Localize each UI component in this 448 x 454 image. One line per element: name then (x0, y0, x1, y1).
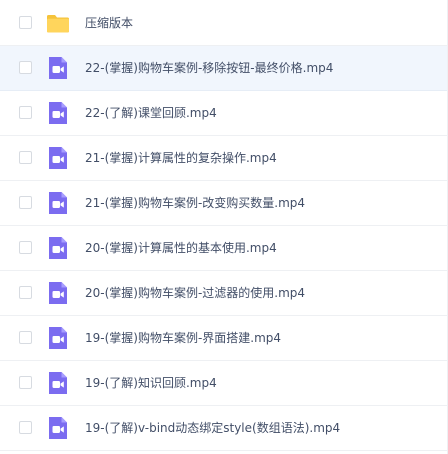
file-list: 压缩版本 22-(掌握)购物车案例-移除按钮-最终价格.mp4 22-(了解)课… (0, 0, 448, 454)
video-file-icon (46, 326, 70, 350)
row-checkbox[interactable] (19, 241, 32, 254)
file-row[interactable]: 19-(了解)知识回顾.mp4 (0, 361, 448, 406)
row-checkbox[interactable] (19, 421, 32, 434)
file-name[interactable]: 22-(掌握)购物车案例-移除按钮-最终价格.mp4 (85, 59, 333, 76)
file-row[interactable]: 20-(掌握)购物车案例-过滤器的使用.mp4 (0, 271, 448, 316)
row-checkbox[interactable] (19, 106, 32, 119)
file-name[interactable]: 20-(掌握)计算属性的基本使用.mp4 (85, 239, 277, 256)
row-checkbox[interactable] (19, 286, 32, 299)
file-row[interactable]: 19-(了解)v-bind动态绑定style(数组语法).mp4 (0, 406, 448, 451)
video-file-icon (46, 191, 70, 215)
file-name[interactable]: 19-(了解)v-bind动态绑定style(数组语法).mp4 (85, 419, 340, 436)
folder-row[interactable]: 压缩版本 (0, 0, 448, 46)
video-file-icon (46, 56, 70, 80)
row-checkbox[interactable] (19, 196, 32, 209)
row-checkbox[interactable] (19, 61, 32, 74)
file-name[interactable]: 21-(掌握)计算属性的复杂操作.mp4 (85, 149, 277, 166)
file-name[interactable]: 压缩版本 (85, 14, 133, 31)
file-row[interactable]: 20-(掌握)计算属性的基本使用.mp4 (0, 226, 448, 271)
video-file-icon (46, 101, 70, 125)
file-row[interactable]: 22-(了解)课堂回顾.mp4 (0, 91, 448, 136)
file-name[interactable]: 20-(掌握)购物车案例-过滤器的使用.mp4 (85, 284, 305, 301)
file-name[interactable]: 21-(掌握)购物车案例-改变购买数量.mp4 (85, 194, 305, 211)
row-checkbox[interactable] (19, 331, 32, 344)
file-row[interactable]: 21-(掌握)计算属性的复杂操作.mp4 (0, 136, 448, 181)
row-checkbox[interactable] (19, 15, 32, 29)
file-name[interactable]: 22-(了解)课堂回顾.mp4 (85, 104, 217, 121)
video-file-icon (46, 281, 70, 305)
file-name[interactable]: 19-(掌握)购物车案例-界面搭建.mp4 (85, 329, 281, 346)
file-name[interactable]: 19-(了解)知识回顾.mp4 (85, 374, 217, 391)
video-file-icon (46, 236, 70, 260)
row-checkbox[interactable] (19, 151, 32, 164)
row-checkbox[interactable] (19, 376, 32, 389)
video-file-icon (46, 371, 70, 395)
video-file-icon (46, 416, 70, 440)
file-row[interactable]: 22-(掌握)购物车案例-移除按钮-最终价格.mp4 (0, 46, 448, 91)
file-row[interactable]: 19-(掌握)购物车案例-界面搭建.mp4 (0, 316, 448, 361)
video-file-icon (46, 146, 70, 170)
file-row[interactable]: 21-(掌握)购物车案例-改变购买数量.mp4 (0, 181, 448, 226)
folder-icon (46, 11, 70, 35)
